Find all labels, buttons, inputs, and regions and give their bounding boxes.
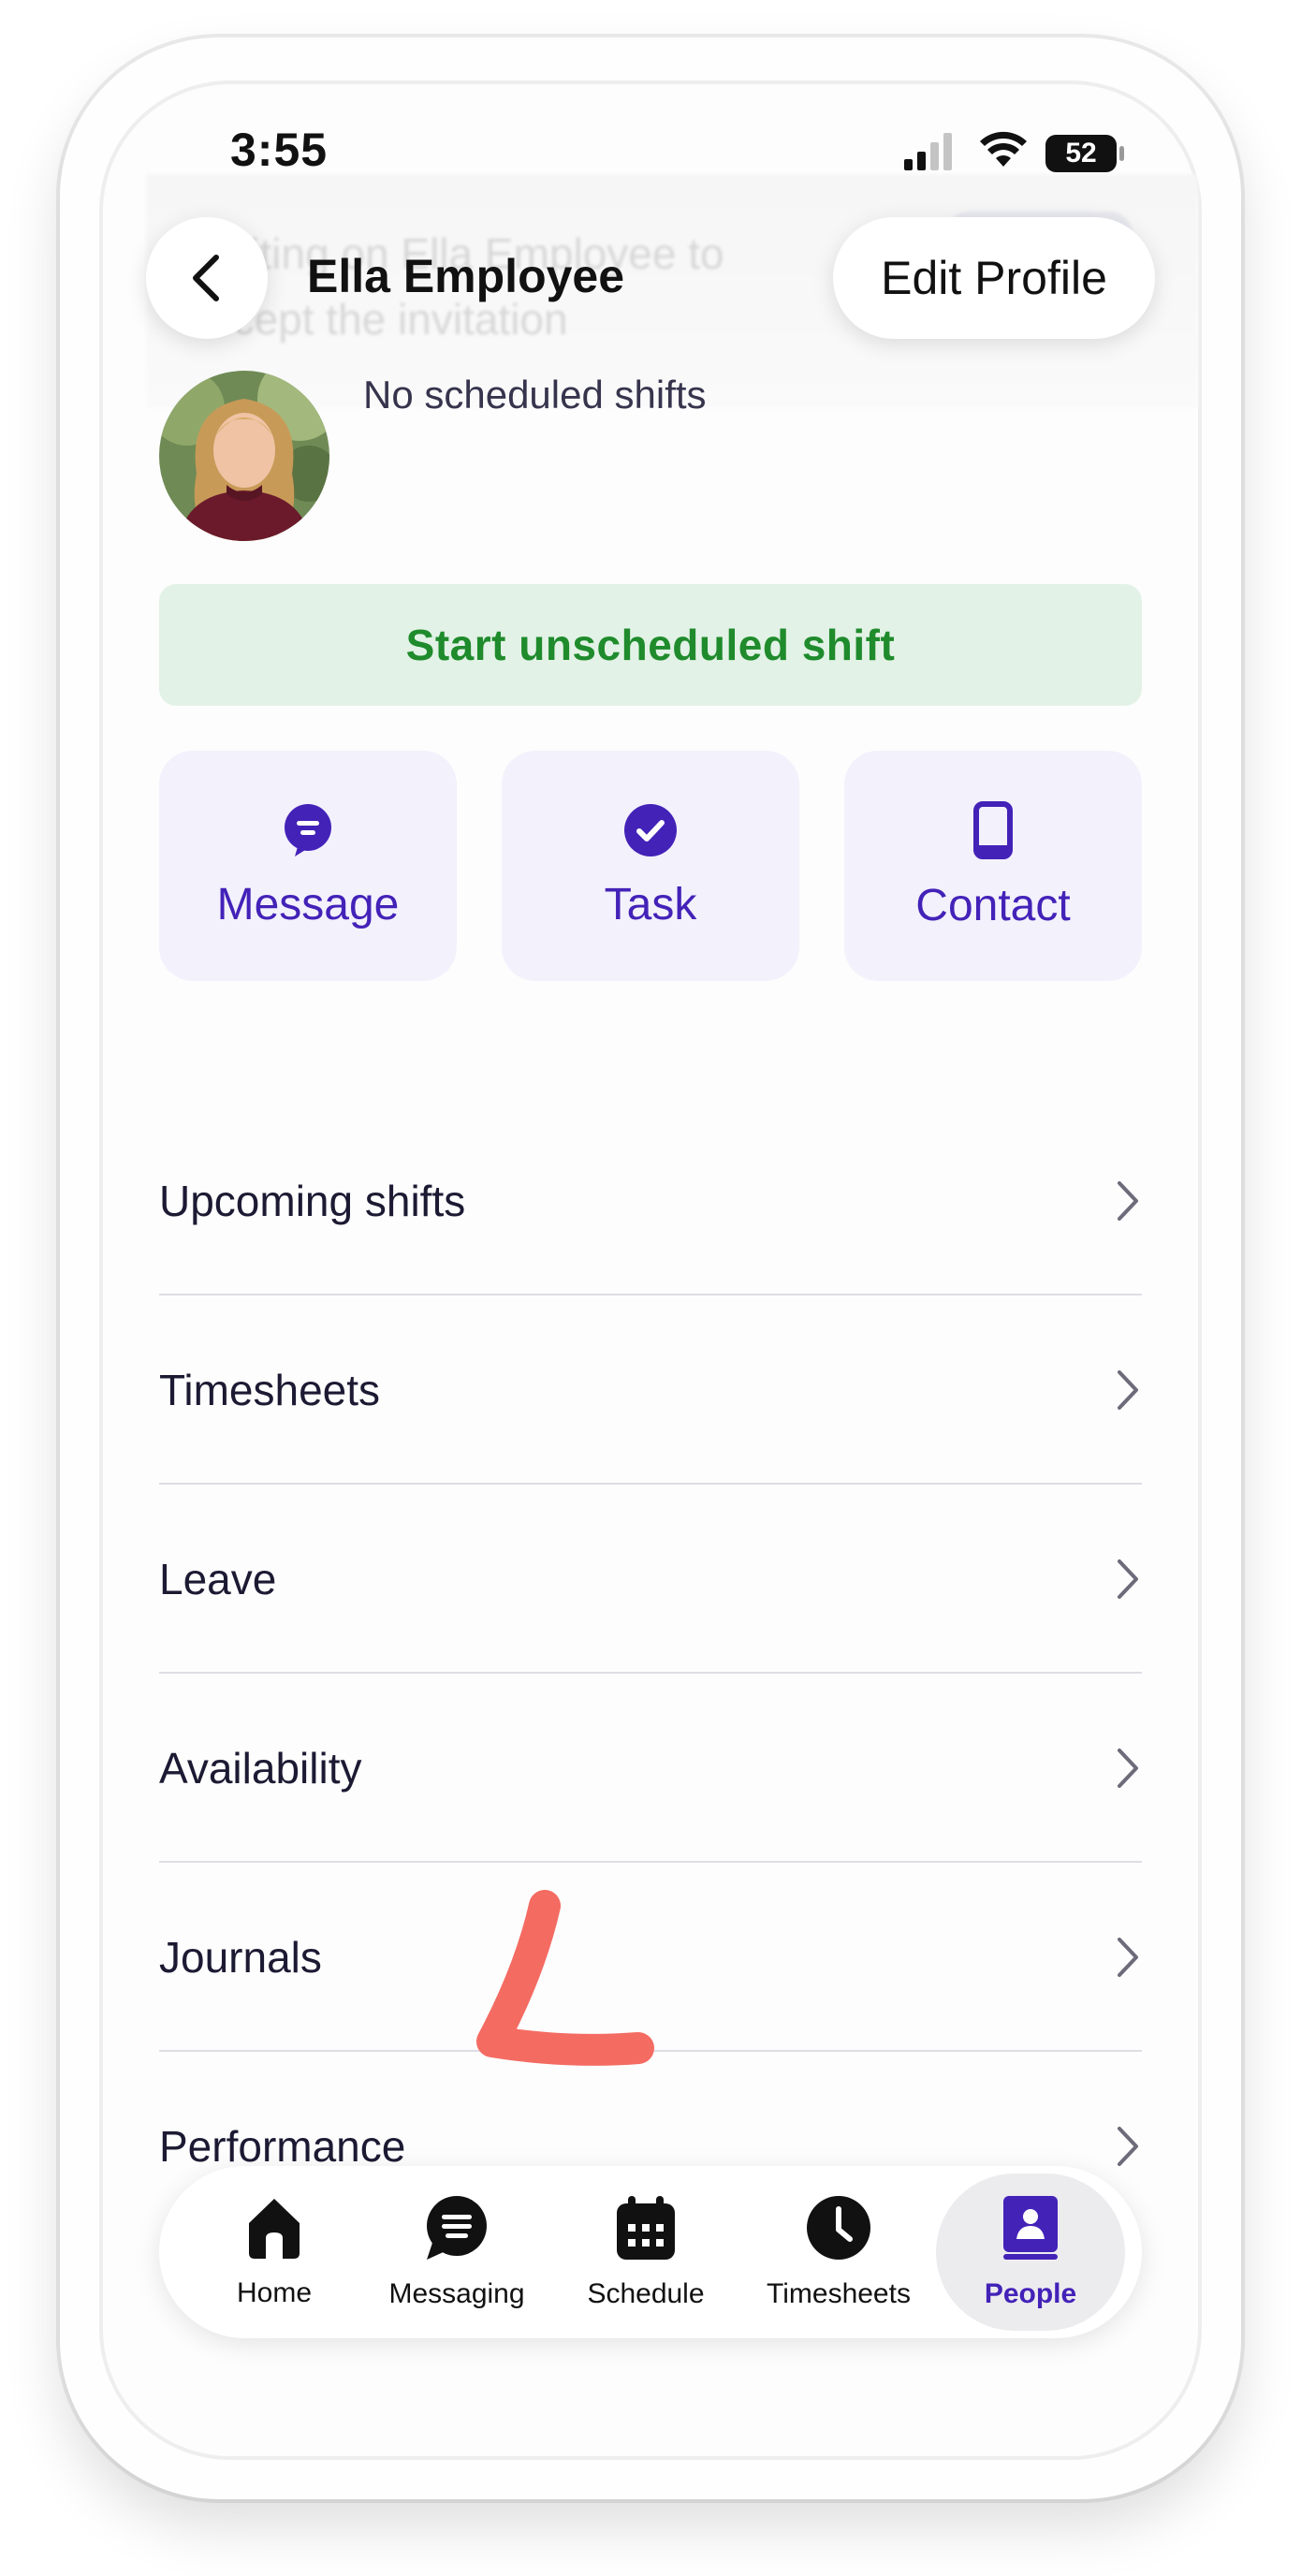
tab-label: People	[984, 2278, 1077, 2309]
chevron-right-icon	[1118, 1559, 1138, 1599]
annotation-mark	[476, 1890, 654, 2066]
tab-label: Home	[236, 2277, 313, 2308]
message-label: Message	[216, 879, 400, 929]
phone-icon	[973, 800, 1013, 859]
contact-button[interactable]: Contact	[844, 751, 1142, 981]
calendar-icon	[617, 2196, 675, 2260]
menu-item-label: Performance	[159, 2122, 406, 2171]
battery-indicator: 52	[1045, 135, 1117, 172]
task-button[interactable]: Task	[502, 751, 799, 981]
message-icon	[285, 803, 331, 856]
task-label: Task	[604, 879, 697, 929]
tab-bar: Home Messaging Schedule Timesheets Peopl…	[159, 2166, 1142, 2338]
person-book-icon	[1003, 2196, 1058, 2260]
back-button[interactable]	[146, 217, 268, 339]
tab-home[interactable]: Home	[187, 2166, 361, 2338]
tab-people[interactable]: People	[936, 2174, 1125, 2331]
edit-profile-button[interactable]: Edit Profile	[833, 217, 1155, 339]
screen: Waiting on Ella Employee to accept the i…	[99, 80, 1202, 2460]
message-button[interactable]: Message	[159, 751, 457, 981]
chevron-right-icon	[1118, 2127, 1138, 2166]
tab-schedule[interactable]: Schedule	[552, 2166, 739, 2338]
tab-timesheets[interactable]: Timesheets	[743, 2166, 934, 2338]
signal-icon	[904, 133, 952, 170]
menu-item-timesheets[interactable]: Timesheets	[159, 1295, 1142, 1485]
tab-label: Messaging	[388, 2278, 525, 2309]
contact-label: Contact	[915, 880, 1071, 930]
status-time: 3:55	[230, 124, 329, 176]
menu-item-label: Availability	[159, 1744, 362, 1793]
chevron-right-icon	[1118, 1938, 1138, 1977]
menu-item-label: Upcoming shifts	[159, 1177, 466, 1225]
page-title: Ella Employee	[307, 250, 625, 302]
check-circle-icon	[624, 803, 677, 856]
tab-messaging[interactable]: Messaging	[363, 2166, 550, 2338]
menu-item-upcoming-shifts[interactable]: Upcoming shifts	[159, 1106, 1142, 1295]
menu-item-label: Journals	[159, 1933, 322, 1982]
menu-item-leave[interactable]: Leave	[159, 1485, 1142, 1674]
clock-icon	[807, 2196, 870, 2260]
avatar[interactable]	[159, 371, 329, 541]
chevron-left-icon	[193, 255, 219, 301]
menu-item-label: Leave	[159, 1555, 277, 1603]
tab-label: Schedule	[587, 2278, 705, 2309]
start-unscheduled-shift-button[interactable]: Start unscheduled shift	[159, 584, 1142, 706]
menu-item-availability[interactable]: Availability	[159, 1674, 1142, 1863]
home-icon	[249, 2199, 300, 2259]
shift-status: No scheduled shifts	[363, 373, 707, 417]
menu-item-label: Timesheets	[159, 1366, 381, 1414]
tab-label: Timesheets	[767, 2278, 911, 2309]
chevron-right-icon	[1118, 1749, 1138, 1788]
chevron-right-icon	[1118, 1181, 1138, 1221]
profile-photo	[159, 371, 329, 541]
battery-tip	[1119, 146, 1124, 161]
wifi-icon	[980, 131, 1027, 167]
chat-icon	[427, 2196, 487, 2260]
chevron-right-icon	[1118, 1370, 1138, 1410]
